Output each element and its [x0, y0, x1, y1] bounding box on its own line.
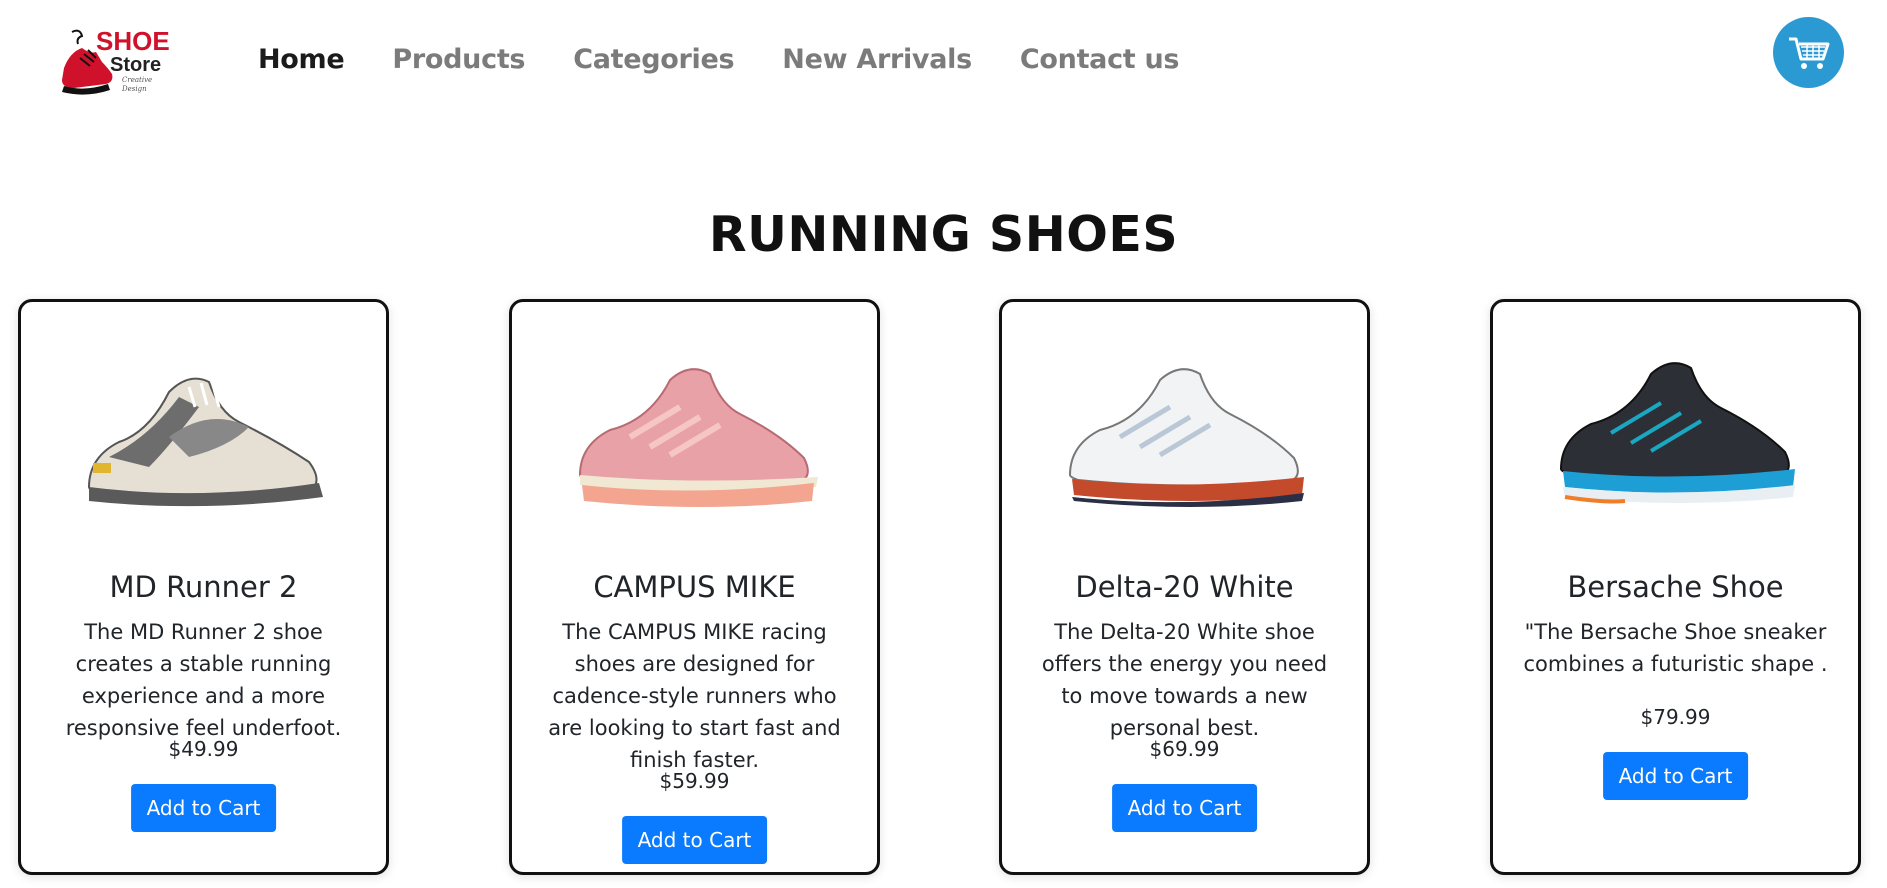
cart-button[interactable] [1773, 17, 1844, 88]
product-image [1493, 342, 1858, 522]
add-to-cart-button[interactable]: Add to Cart [130, 784, 277, 832]
nav-products[interactable]: Products [392, 44, 525, 75]
product-price: $49.99 [168, 737, 239, 761]
add-to-cart-button[interactable]: Add to Cart [1111, 784, 1258, 832]
section-title: RUNNING SHOES [708, 206, 1179, 263]
add-to-cart-button[interactable]: Add to Cart [621, 816, 768, 864]
store-logo[interactable]: SHOE Store Creative Design [58, 26, 170, 100]
logo-tagline: Creative Design [122, 76, 153, 93]
nav-home[interactable]: Home [258, 44, 345, 75]
product-price: $79.99 [1640, 705, 1711, 729]
main-nav: Home Products Categories New Arrivals Co… [258, 44, 1227, 75]
product-name: Delta-20 White [1075, 570, 1294, 604]
nav-new-arrivals[interactable]: New Arrivals [782, 44, 972, 75]
product-card: Delta-20 White The Delta-20 White shoe o… [999, 299, 1370, 875]
logo-shoe-text: SHOE [96, 26, 170, 56]
product-price: $59.99 [659, 769, 730, 793]
add-to-cart-button[interactable]: Add to Cart [1602, 752, 1749, 800]
product-description: The CAMPUS MIKE racing shoes are designe… [548, 620, 841, 772]
product-description: The Delta-20 White shoe offers the energ… [1041, 620, 1328, 740]
product-image [1002, 342, 1367, 522]
logo-store-text: Store [110, 54, 162, 76]
nav-categories[interactable]: Categories [573, 44, 734, 75]
product-description: The MD Runner 2 shoe creates a stable ru… [65, 620, 342, 740]
product-description: "The Bersache Shoe sneaker combines a fu… [1523, 620, 1828, 676]
product-price: $69.99 [1149, 737, 1220, 761]
nav-contact-us[interactable]: Contact us [1020, 44, 1180, 75]
sneaker-gray-white-image [87, 377, 323, 507]
product-image [21, 342, 386, 522]
sneaker-black-blue-image [1559, 362, 1795, 504]
sneaker-pink-image [578, 368, 818, 507]
product-card: Bersache Shoe "The Bersache Shoe sneaker… [1490, 299, 1861, 875]
shopping-cart-icon [1788, 37, 1829, 69]
sneaker-white-red-image [1068, 368, 1304, 507]
product-name: MD Runner 2 [109, 570, 298, 604]
product-name: CAMPUS MIKE [593, 570, 796, 604]
product-card: MD Runner 2 The MD Runner 2 shoe creates… [18, 299, 389, 875]
product-image [512, 342, 877, 522]
product-name: Bersache Shoe [1567, 570, 1784, 604]
product-card: CAMPUS MIKE The CAMPUS MIKE racing shoes… [509, 299, 880, 875]
